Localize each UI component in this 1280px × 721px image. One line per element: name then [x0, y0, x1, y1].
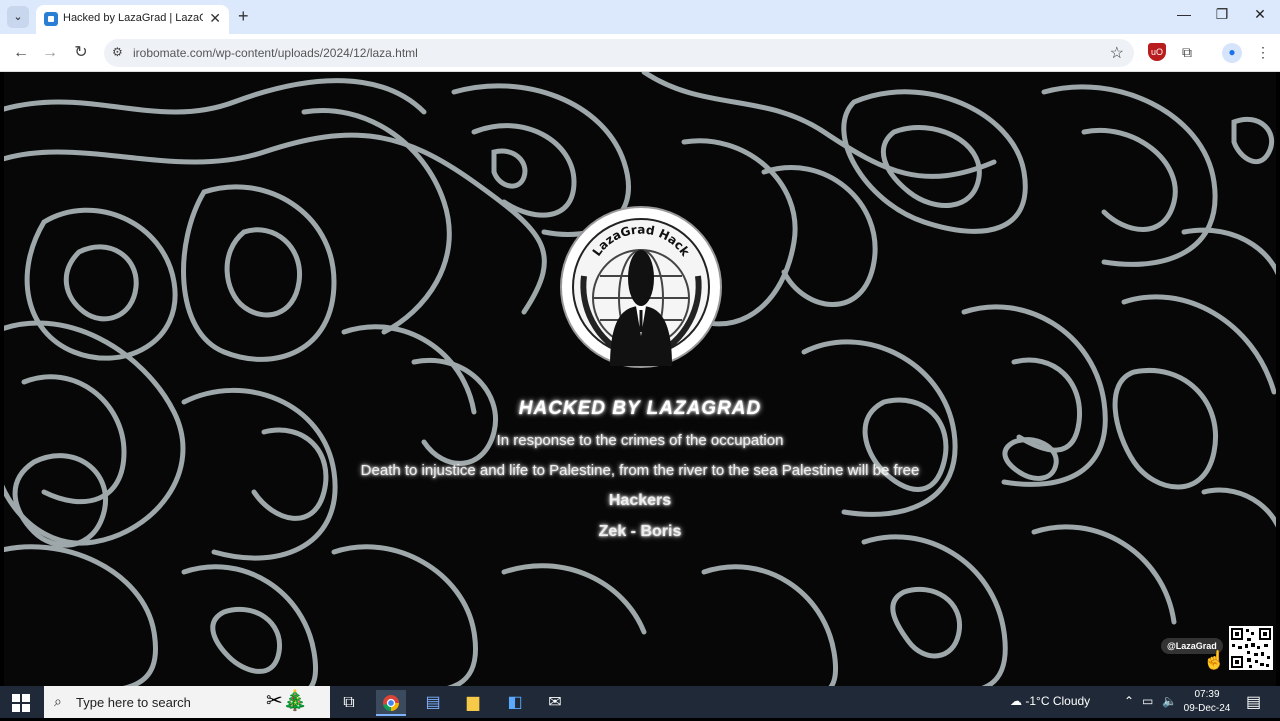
weather-widget[interactable]: ☁ -1°C Cloudy [1010, 694, 1090, 708]
contour-background [4, 72, 1276, 686]
network-icon[interactable]: ▭ [1142, 694, 1153, 708]
forward-arrow-icon[interactable]: → [39, 42, 61, 64]
volume-icon[interactable]: 🔈 [1162, 694, 1177, 708]
site-favicon-icon [44, 12, 58, 26]
reload-icon[interactable]: ↻ [70, 42, 92, 64]
clock[interactable]: 07:39 09-Dec-24 [1180, 688, 1234, 716]
tab-title: Hacked by LazaGrad | LazaGrad [63, 12, 203, 24]
message-line-4: Zek - Boris [598, 523, 682, 540]
file-explorer-icon[interactable]: ▆ [458, 690, 488, 716]
notifications-icon[interactable]: ▤ [1246, 692, 1261, 712]
search-icon: ⌕ [54, 693, 62, 709]
back-arrow-icon[interactable]: ← [10, 42, 32, 64]
message-line-2: Death to injustice and life to Palestine… [360, 462, 920, 479]
search-placeholder[interactable]: Type here to search [76, 695, 191, 710]
taskbar-search[interactable]: ⌕ Type here to search ✂🎄 [44, 686, 330, 718]
lazagrad-logo: LazaGrad Hack [560, 206, 722, 368]
app-taskbar-icon[interactable]: ▤ [418, 690, 448, 716]
page-content: LazaGrad Hack HACKED BY LAZAGRAD In resp… [4, 72, 1276, 686]
message-line-3: Hackers [608, 492, 672, 509]
menu-kebab-icon[interactable]: ⋮ [1254, 43, 1272, 61]
search-highlight-icon: ✂🎄 [266, 690, 308, 712]
new-tab-button[interactable]: + [238, 6, 249, 27]
maximize-button[interactable]: ❐ [1212, 6, 1232, 23]
weather-text: -1°C Cloudy [1025, 694, 1091, 708]
profile-avatar-icon[interactable]: ● [1222, 43, 1242, 63]
site-info-icon[interactable]: ⚙ [112, 45, 123, 59]
tab-active[interactable]: Hacked by LazaGrad | LazaGrad ✕ [36, 5, 229, 34]
minimize-button[interactable]: — [1174, 6, 1194, 22]
start-windows-icon[interactable] [12, 694, 30, 712]
task-view-icon[interactable]: ⧉ [334, 690, 364, 716]
mail-icon[interactable]: ✉ [540, 690, 570, 716]
headline: HACKED BY LAZAGRAD [518, 398, 762, 419]
message-line-1: In response to the crimes of the occupat… [496, 432, 784, 449]
browser-toolbar: ← → ↻ ⚙ irobomate.com/wp-content/uploads… [0, 34, 1280, 72]
extensions-puzzle-icon[interactable]: ⧉ [1178, 43, 1196, 61]
tab-search-button[interactable]: ⌄ [7, 6, 29, 28]
clock-time: 07:39 [1194, 689, 1220, 700]
qr-code[interactable] [1229, 626, 1273, 670]
url-text[interactable]: irobomate.com/wp-content/uploads/2024/12… [133, 46, 418, 60]
tab-strip: ⌄ Hacked by LazaGrad | LazaGrad ✕ + — ❐ … [0, 0, 1280, 34]
store-icon[interactable]: ◧ [500, 690, 530, 716]
ublock-shield-icon[interactable]: uO [1148, 43, 1166, 61]
chrome-taskbar-icon[interactable] [376, 690, 406, 716]
bookmark-star-icon[interactable]: ☆ [1110, 43, 1124, 63]
tab-close-icon[interactable]: ✕ [209, 10, 221, 27]
clock-date: 09-Dec-24 [1183, 703, 1231, 714]
windows-taskbar: ⌕ Type here to search ✂🎄 ⧉ ▤ ▆ ◧ ✉ ☁ -1°… [0, 686, 1280, 718]
close-window-button[interactable]: ✕ [1250, 6, 1270, 23]
tray-chevron-icon[interactable]: ⌃ [1124, 694, 1134, 708]
address-bar[interactable]: ⚙ irobomate.com/wp-content/uploads/2024/… [104, 39, 1134, 67]
hand-cursor-icon: ☝ [1203, 650, 1226, 670]
